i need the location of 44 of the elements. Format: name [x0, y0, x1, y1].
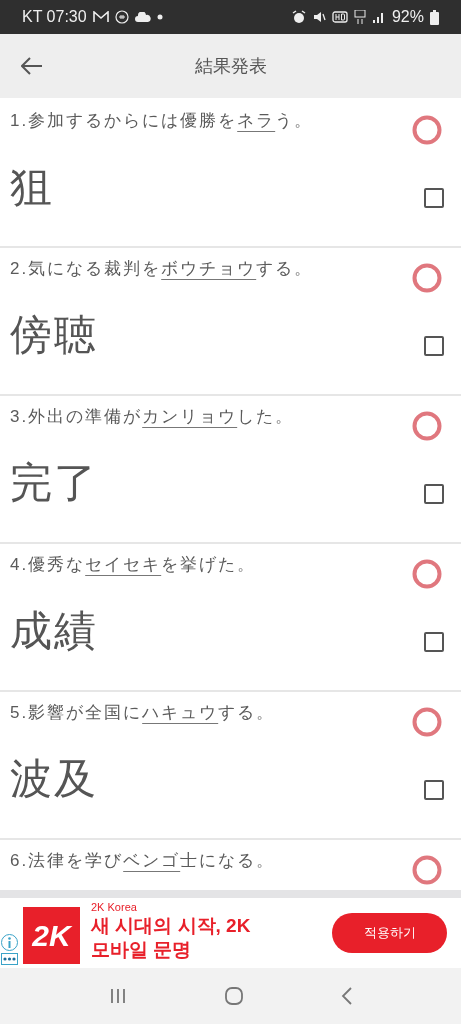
- correct-mark-icon: [411, 854, 443, 886]
- ad-headline: 새 시대의 시작, 2K 모바일 문명: [91, 914, 252, 962]
- correct-mark-icon: [411, 114, 443, 146]
- more-options-icon[interactable]: [1, 953, 18, 965]
- correct-mark-icon: [411, 558, 443, 590]
- correct-mark-icon: [411, 262, 443, 294]
- ad-cta-button[interactable]: 적용하기: [332, 913, 447, 953]
- advertiser-name: 2K Korea: [91, 900, 138, 914]
- signal-icon: [371, 11, 386, 23]
- checkbox[interactable]: [424, 632, 444, 652]
- ad-logo: 2K: [23, 906, 80, 964]
- checkbox[interactable]: [424, 780, 444, 800]
- battery-icon: [430, 9, 439, 25]
- checkbox[interactable]: [424, 336, 444, 356]
- sound-wave-icon: [114, 10, 129, 24]
- checkbox[interactable]: [424, 188, 444, 208]
- answer-kanji: 波及: [10, 754, 98, 804]
- question-sentence: 6.法律を学びベンゴ士になる。: [10, 850, 276, 872]
- alarm-icon: [291, 10, 306, 24]
- question-sentence: 5.影響が全国にハキュウする。: [10, 702, 276, 724]
- status-time: KT 07:30: [22, 7, 87, 27]
- question-sentence: 1.参加するからには優勝を ネラ う。: [10, 110, 314, 132]
- hd-icon: [331, 11, 348, 23]
- cloud-icon: [134, 12, 151, 22]
- correct-mark-icon: [411, 706, 443, 738]
- mute-icon: [311, 10, 326, 24]
- answer-kanji: 傍聴: [10, 310, 98, 360]
- network-icon: [353, 10, 366, 24]
- answer-kanji: 成績: [10, 606, 98, 656]
- battery-percent: 92%: [391, 7, 424, 27]
- answer-kanji: 狙: [10, 162, 54, 212]
- dot-icon: [156, 14, 163, 20]
- screen-title: 結果発表: [194, 54, 267, 78]
- recent-apps-icon[interactable]: [108, 988, 127, 1004]
- checkbox[interactable]: [424, 484, 444, 504]
- back-arrow-icon: [21, 57, 43, 75]
- answer-kanji: 完了: [10, 458, 98, 508]
- correct-mark-icon: [411, 410, 443, 442]
- question-sentence: 2.気になる裁判を ボウチョウする。: [10, 258, 314, 280]
- question-sentence: 3.外出の準備がカンリョウ した。: [10, 406, 295, 428]
- back-icon[interactable]: [340, 987, 353, 1005]
- home-icon[interactable]: [223, 986, 244, 1006]
- mail-icon: [92, 11, 109, 23]
- question-sentence: 4.優秀な セイセキ を挙げた。: [10, 554, 257, 576]
